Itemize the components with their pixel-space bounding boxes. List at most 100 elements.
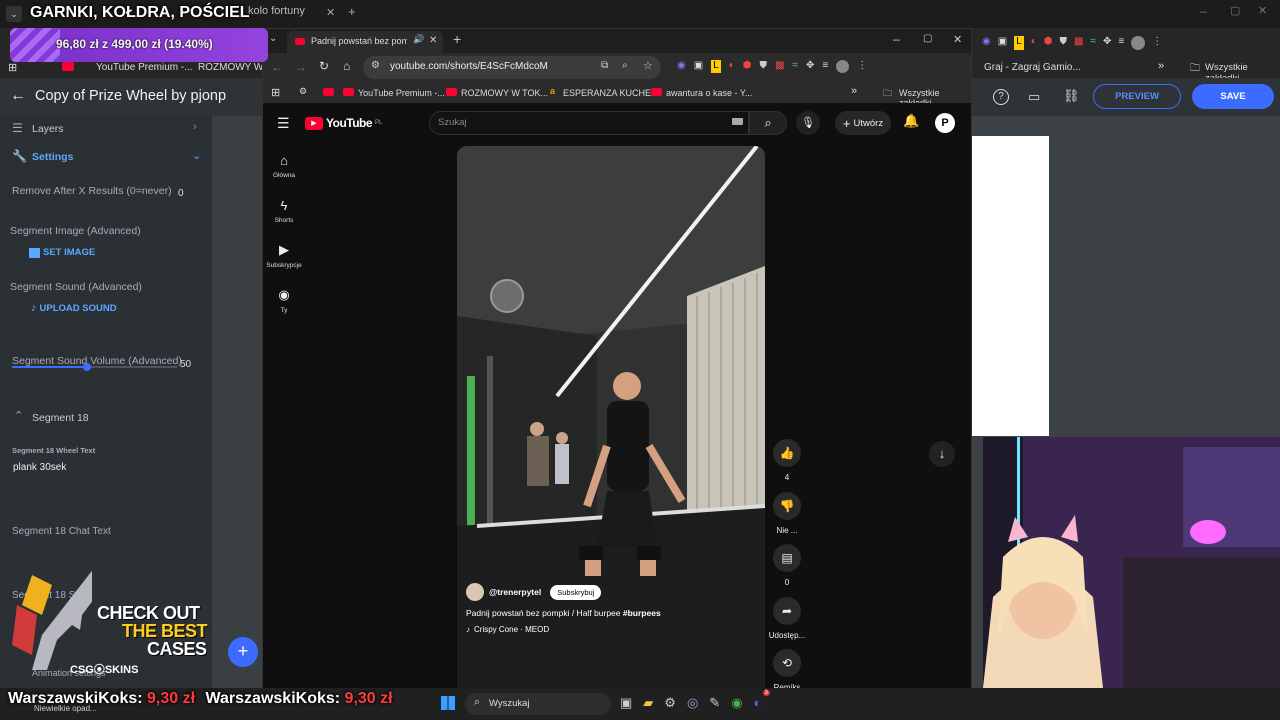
nav-home[interactable]: ⌂ Główna [264, 153, 304, 179]
subscribe-button[interactable]: Subskrybuj [550, 584, 602, 600]
more-menu-icon[interactable]: ⋮ [857, 60, 867, 73]
profile-avatar[interactable] [836, 60, 850, 73]
chrome-icon[interactable]: ◉ [731, 695, 742, 711]
audio-icon[interactable]: 🔊 [413, 34, 424, 45]
back-icon[interactable]: ← [271, 60, 283, 74]
install-icon[interactable]: ⧉ [601, 60, 608, 71]
back-maximize-icon[interactable]: ▢ [1230, 4, 1240, 17]
apps-icon[interactable]: ⊞ [8, 61, 17, 74]
back-arrow-icon[interactable]: ← [10, 87, 26, 105]
extension-icon[interactable]: ◐ [729, 60, 735, 73]
video-title[interactable]: Padnij powstań bez pompki / Half burpee … [466, 608, 661, 618]
hamburger-menu-icon[interactable]: ☰ [277, 115, 290, 132]
segment-collapse-row[interactable]: ⌃ Segment 18 [0, 406, 212, 430]
like-button[interactable]: 👍 4 [767, 439, 807, 482]
address-bar[interactable]: ⚙ youtube.com/shorts/E4ScFcMdcoM ⧉ ⌕ ☆ [363, 56, 661, 79]
playlist-icon[interactable]: ≡ [822, 60, 828, 73]
more-menu-icon[interactable]: ⋮ [1152, 36, 1162, 50]
chevron-right-icon[interactable]: » [851, 85, 857, 97]
extension-icon[interactable]: ≈ [792, 60, 798, 73]
back-new-tab-icon[interactable]: + [348, 4, 356, 19]
volume-slider-thumb[interactable] [83, 363, 91, 371]
preview-button[interactable]: PREVIEW [1093, 84, 1181, 109]
tab-search-icon[interactable]: ⌄ [269, 33, 277, 44]
search-box[interactable]: Szukaj [429, 111, 749, 135]
puzzle-icon[interactable]: ✥ [806, 60, 814, 73]
discord-icon[interactable]: ◐ 3 [754, 690, 770, 711]
monitor-icon[interactable]: ▭ [1028, 89, 1040, 105]
dislike-button[interactable]: 👎 Nie ... [767, 492, 807, 535]
channel-name[interactable]: @trenerpytel [489, 587, 541, 597]
back-tab-close-icon[interactable]: ✕ [326, 6, 335, 19]
settings-row[interactable]: 🔧 Settings ⌄ [0, 144, 212, 170]
bookmark-gear-icon[interactable]: ⚙ [299, 86, 307, 97]
remix-button[interactable]: ⟲ Remiks [767, 649, 807, 692]
nav-you[interactable]: ◉ Ty [264, 287, 304, 314]
bookmark-item[interactable]: Graj - Zagraj Gamio... [984, 62, 1081, 73]
share-button[interactable]: ➦ Udostęp... [767, 597, 807, 640]
extension-icon[interactable]: ◉ [677, 60, 686, 73]
extension-icon[interactable]: ⛊ [760, 60, 768, 73]
video-hashtag[interactable]: #burpees [623, 608, 661, 618]
bookmark-item[interactable]: ROZMOWY W TOK... [461, 88, 548, 98]
help-icon[interactable]: ? [993, 89, 1009, 105]
volume-slider[interactable] [12, 363, 177, 371]
close-window-icon[interactable]: ✕ [953, 33, 962, 46]
upload-sound-button[interactable]: ♪ UPLOAD SOUND [31, 302, 117, 314]
settings-gear-icon[interactable]: ⚙ [664, 695, 676, 711]
nav-shorts[interactable]: ϟ Shorts [264, 198, 304, 224]
forward-icon[interactable]: → [295, 60, 307, 74]
tab-list-button[interactable]: ⌄ [6, 6, 22, 22]
extension-icon[interactable]: ▩ [1074, 36, 1083, 50]
keyboard-icon[interactable] [732, 118, 743, 125]
steam-icon[interactable]: ◎ [687, 695, 698, 711]
youtube-logo[interactable]: ▶ YouTube PL [305, 116, 382, 130]
voice-search-button[interactable]: 🎙 [796, 111, 820, 135]
adblock-icon[interactable]: ⬢ [1044, 36, 1053, 50]
bookmark-star-icon[interactable]: ☆ [643, 59, 653, 72]
extension-icon[interactable]: L [1014, 36, 1024, 50]
comments-button[interactable]: ▤ 0 [767, 544, 807, 587]
adblock-icon[interactable]: ⬢ [743, 60, 752, 73]
puzzle-icon[interactable]: ✥ [1103, 36, 1111, 50]
channel-avatar[interactable] [466, 583, 484, 601]
maximize-icon[interactable]: ▢ [923, 33, 932, 44]
notifications-bell-icon[interactable]: 🔔 [903, 113, 919, 129]
save-button[interactable]: SAVE [1192, 84, 1274, 109]
add-fab[interactable]: + [228, 637, 258, 667]
bookmark-item[interactable]: YouTube Premium -... [358, 88, 445, 98]
windows-start-icon[interactable] [441, 696, 455, 710]
wheel-text-input[interactable]: plank 30sek [13, 462, 66, 473]
link-icon[interactable]: ⛓ [1063, 88, 1080, 104]
back-tab-label[interactable]: kolo fortuny [248, 5, 305, 25]
extension-icon[interactable]: ◉ [982, 36, 991, 50]
minimize-icon[interactable]: – [893, 32, 900, 46]
extension-icon[interactable]: ▣ [694, 60, 703, 73]
extension-icon[interactable]: ◐ [1031, 36, 1037, 50]
home-icon[interactable]: ⌂ [343, 59, 350, 73]
remove-after-value[interactable]: 0 [178, 188, 184, 199]
extension-icon[interactable]: ▣ [998, 36, 1007, 50]
set-image-button[interactable]: SET IMAGE [29, 247, 95, 258]
create-button[interactable]: + Utwórz [835, 111, 891, 135]
extension-icon[interactable]: ▩ [775, 60, 784, 73]
bookmark-item[interactable]: ESPERANZA KUCHE... [563, 88, 659, 98]
apps-icon[interactable]: ⊞ [271, 86, 280, 99]
new-tab-icon[interactable]: + [453, 31, 461, 47]
tab-close-icon[interactable]: ✕ [429, 35, 437, 46]
taskbar-search[interactable]: ⌕ Wyszukaj [465, 693, 611, 715]
profile-avatar[interactable] [1131, 36, 1146, 50]
task-view-icon[interactable]: ▣ [620, 695, 632, 711]
bookmark-item[interactable]: awantura o kase - Y... [666, 88, 752, 98]
app-icon[interactable]: ✎ [709, 695, 720, 711]
bookmark-item[interactable]: YouTube Premium -... [96, 62, 193, 73]
music-row[interactable]: ♪ Crispy Cone · MEOD [466, 625, 549, 634]
file-explorer-icon[interactable]: ▰ [643, 695, 653, 711]
nav-subscriptions[interactable]: ▶ Subskrypcje [264, 242, 304, 269]
search-button[interactable]: ⌕ [749, 111, 787, 135]
extension-icon[interactable]: L [711, 60, 721, 73]
layers-row[interactable]: ☰ Layers › [0, 116, 212, 142]
account-avatar[interactable]: P [935, 113, 955, 133]
chevron-right-icon[interactable]: » [1158, 60, 1164, 72]
active-tab[interactable]: Padnij powstań bez pompk 🔊 ✕ [287, 31, 443, 53]
